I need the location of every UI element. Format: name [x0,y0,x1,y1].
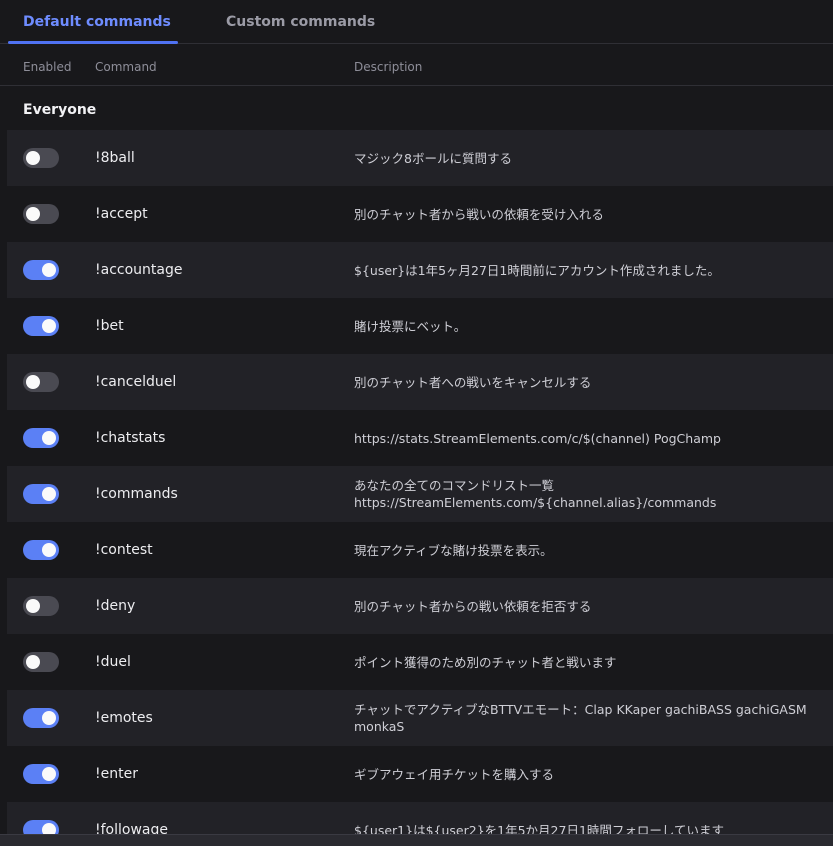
table-row: !chatstats https://stats.StreamElements.c… [7,410,833,466]
description-line: あなたの全てのコマンドリスト一覧 [354,478,555,493]
toggle-knob [26,207,40,221]
commands-page: Default commands Custom commands Enabled… [0,0,833,846]
description-line: https://StreamElements.com/${channel.ali… [354,495,717,510]
toggle-knob [26,599,40,613]
table-row: !accept 別のチャット者から戦いの依頼を受け入れる [7,186,833,242]
command-description: 別のチャット者からの戦い依頼を拒否する [354,578,814,634]
table-row: !bet 賭け投票にベット。 [7,298,833,354]
tab-default-commands[interactable]: Default commands [8,0,178,44]
description-line: 別のチャット者からの戦い依頼を拒否する [354,598,592,614]
table-row: !duel ポイント獲得のため別のチャット者と戦います [7,634,833,690]
command-name[interactable]: !cancelduel [95,354,176,410]
column-header-command: Command [95,60,157,74]
table-row: !enter ギブアウェイ用チケットを購入する [7,746,833,802]
description-line: 賭け投票にベット。 [354,318,467,334]
column-header-description: Description [354,60,423,74]
description-line: 現在アクティブな賭け投票を表示。 [354,542,553,558]
toggle-knob [26,151,40,165]
toggle-knob [42,319,56,333]
command-name[interactable]: !8ball [95,130,135,186]
command-name[interactable]: !accept [95,186,148,242]
toggle-knob [42,487,56,501]
command-name[interactable]: !bet [95,298,124,354]
enabled-toggle[interactable] [23,708,59,728]
enabled-toggle[interactable] [23,316,59,336]
command-name[interactable]: !duel [95,634,131,690]
command-description: あなたの全てのコマンドリスト一覧 https://StreamElements.c… [354,466,814,522]
command-description: ${user}は1年5ヶ月27日1時間前にアカウント作成されました。 [354,242,814,298]
table-row: !accountage ${user}は1年5ヶ月27日1時間前にアカウント作成さ… [7,242,833,298]
table-row: !contest 現在アクティブな賭け投票を表示。 [7,522,833,578]
enabled-toggle[interactable] [23,260,59,280]
enabled-toggle[interactable] [23,484,59,504]
command-description: 賭け投票にベット。 [354,298,814,354]
table-row: !deny 別のチャット者からの戦い依頼を拒否する [7,578,833,634]
command-description: ポイント獲得のため別のチャット者と戦います [354,634,814,690]
enabled-toggle[interactable] [23,428,59,448]
description-line: ギブアウェイ用チケットを購入する [354,766,555,782]
toggle-knob [42,711,56,725]
description-line: monkaS [354,719,405,734]
enabled-toggle[interactable] [23,372,59,392]
enabled-toggle[interactable] [23,204,59,224]
command-description: 現在アクティブな賭け投票を表示。 [354,522,814,578]
toggle-knob [42,431,56,445]
toggle-knob [42,543,56,557]
enabled-toggle[interactable] [23,652,59,672]
enabled-toggle[interactable] [23,596,59,616]
horizontal-scrollbar[interactable] [0,834,833,846]
table-row: !8ball マジック8ボールに質問する [7,130,833,186]
command-description: マジック8ボールに質問する [354,130,814,186]
commands-table: !8ball マジック8ボールに質問する !accept 別のチャット者から戦いの依頼… [7,130,833,846]
description-line: チャットでアクティブなBTTVエモート：Clap KKaper gachiBAS… [354,702,807,717]
command-name[interactable]: !enter [95,746,138,802]
command-name[interactable]: !deny [95,578,135,634]
command-description: https://stats.StreamElements.com/c/$(cha… [354,410,814,466]
table-header: Enabled Command Description [0,44,833,86]
enabled-toggle[interactable] [23,540,59,560]
command-name[interactable]: !chatstats [95,410,165,466]
command-description: 別のチャット者への戦いをキャンセルする [354,354,814,410]
command-name[interactable]: !emotes [95,690,153,746]
command-description: ギブアウェイ用チケットを購入する [354,746,814,802]
table-row: !cancelduel 別のチャット者への戦いをキャンセルする [7,354,833,410]
toggle-knob [26,655,40,669]
description-line: マジック8ボールに質問する [354,150,512,166]
toggle-knob [26,375,40,389]
description-line: 別のチャット者への戦いをキャンセルする [354,374,592,390]
command-name[interactable]: !contest [95,522,153,578]
description-line: 別のチャット者から戦いの依頼を受け入れる [354,206,604,222]
tab-custom-commands[interactable]: Custom commands [226,0,375,44]
enabled-toggle[interactable] [23,148,59,168]
table-row: !commands あなたの全てのコマンドリスト一覧 https://StreamE… [7,466,833,522]
command-name[interactable]: !accountage [95,242,182,298]
toggle-knob [42,767,56,781]
command-tabs: Default commands Custom commands [0,0,833,44]
description-line: ${user}は1年5ヶ月27日1時間前にアカウント作成されました。 [354,262,720,278]
command-name[interactable]: !commands [95,466,178,522]
command-description: チャットでアクティブなBTTVエモート：Clap KKaper gachiBAS… [354,690,814,746]
description-line: https://stats.StreamElements.com/c/$(cha… [354,430,721,446]
column-header-enabled: Enabled [23,60,72,74]
section-title-everyone: Everyone [23,102,97,118]
description-line: ポイント獲得のため別のチャット者と戦います [354,654,617,670]
table-row: !emotes チャットでアクティブなBTTVエモート：Clap KKaper g… [7,690,833,746]
command-description: 別のチャット者から戦いの依頼を受け入れる [354,186,814,242]
enabled-toggle[interactable] [23,764,59,784]
toggle-knob [42,263,56,277]
